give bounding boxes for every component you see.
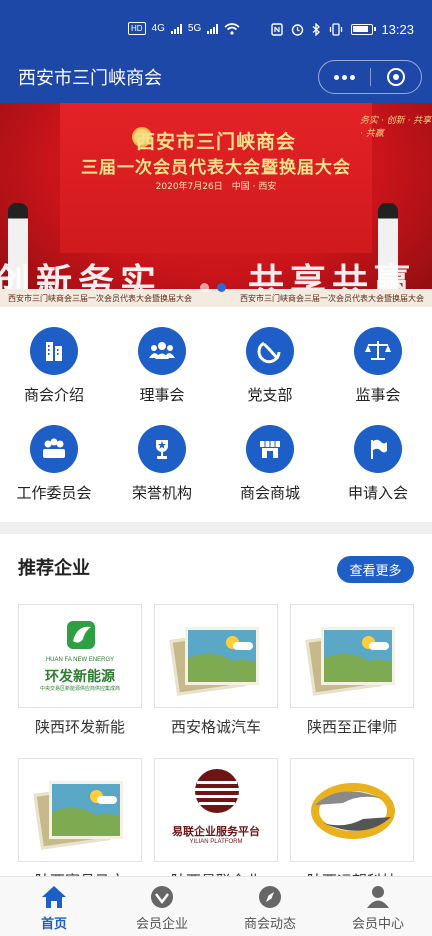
net-label-2: 5G (187, 23, 202, 34)
company-name: 西安格诚汽车 (170, 718, 261, 736)
company-name: 陕西至正律师 (306, 718, 397, 736)
banner-backdrop (60, 103, 372, 253)
close-program-button[interactable] (371, 61, 422, 93)
menu-item-about[interactable]: 商会介绍 (0, 318, 108, 414)
banner-strip-left: 西安市三门峡商会三届一次会员代表大会暨换届大会 (8, 293, 192, 303)
company-name: 陕西环发新能 (34, 718, 125, 736)
tab-label: 商会动态 (243, 917, 296, 932)
status-left: HD 4G 5G (128, 22, 240, 35)
tab-label: 首页 (40, 917, 67, 932)
banner-carousel[interactable]: 西安市三门峡商会 三届一次会员代表大会暨换届大会 2020年7月26日 中国 ·… (0, 103, 432, 307)
menu-label: 商会介绍 (23, 386, 84, 404)
hd-badge: HD (128, 22, 146, 35)
tab-label: 会员企业 (135, 917, 188, 932)
member-company-icon (151, 886, 173, 908)
status-right: 13:23 (271, 22, 414, 37)
placeholder-image-icon (18, 758, 142, 862)
menu-label: 申请入会 (347, 484, 408, 502)
group-icon (138, 327, 186, 375)
placeholder-image-icon (154, 604, 278, 708)
company-card[interactable]: HUAN FA NEW ENERGY 环发新能源 中央交易区新能源供应商供应集成… (18, 604, 142, 737)
logo-subtitle: HUAN FA NEW ENERGY (45, 657, 115, 663)
company-card[interactable]: 西安格诚汽车 (154, 604, 278, 737)
menu-label: 党支部 (247, 386, 293, 404)
logo-text: 环发新能源 (45, 669, 115, 685)
carousel-dot[interactable] (200, 283, 209, 292)
section-divider (0, 522, 432, 534)
menu-label: 理事会 (139, 386, 185, 404)
signal-icon-2 (207, 23, 219, 34)
building-icon (30, 327, 78, 375)
compass-icon (259, 886, 281, 908)
more-dots-icon (333, 74, 355, 80)
more-menu-button[interactable] (319, 61, 370, 93)
tab-home[interactable]: 首页 (0, 877, 108, 936)
vibrate-icon (330, 23, 343, 36)
menu-grid: 商会介绍 理事会 党支部 监事会 工作委员会 荣誉机构 商会商城 申请入会 (0, 318, 432, 516)
trophy-icon (138, 425, 186, 473)
swirl-logo-icon (311, 783, 395, 839)
status-bar: HD 4G 5G 13:23 (0, 0, 432, 60)
bluetooth-icon (313, 23, 321, 36)
company-card[interactable]: 陕西远望科技 (290, 758, 414, 891)
logo-subtitle: YILIAN PLATFORM (189, 839, 243, 845)
company-card[interactable]: 陕西至正律师 (290, 604, 414, 737)
wifi-icon (224, 22, 240, 35)
tab-label: 会员中心 (351, 917, 404, 932)
placeholder-image-icon (290, 604, 414, 708)
signal-icon (170, 23, 182, 34)
company-card[interactable]: 易联企业服务平台 YILIAN PLATFORM 陕西易联企业 (154, 758, 278, 891)
menu-item-committee[interactable]: 工作委员会 (0, 416, 108, 512)
page-title: 西安市三门峡商会 (18, 68, 162, 89)
banner-slogan: 务实 · 创新 · 共享 · 共赢 (360, 116, 432, 139)
menu-item-party[interactable]: 党支部 (216, 318, 324, 414)
menu-item-apply[interactable]: 申请入会 (324, 416, 432, 512)
banner-title-line2: 三届一次会员代表大会暨换届大会 (81, 158, 351, 178)
logo-text: 易联企业服务平台 (172, 825, 260, 838)
flag-icon (354, 425, 402, 473)
section-title: 推荐企业 (18, 558, 90, 579)
battery-icon (351, 24, 377, 35)
logo-tagline: 中央交易区新能源供应商供应集成商 (39, 686, 120, 692)
mini-program-capsule (318, 60, 422, 94)
bottom-tab-bar: 首页 会员企业 商会动态 会员中心 (0, 876, 432, 936)
net-label-1: 4G (151, 23, 165, 34)
company-logo: 易联企业服务平台 YILIAN PLATFORM (154, 758, 278, 862)
menu-item-council[interactable]: 理事会 (108, 318, 216, 414)
banner-date-place: 2020年7月26日 中国 · 西安 (155, 182, 277, 192)
menu-label: 监事会 (355, 386, 401, 404)
menu-item-mall[interactable]: 商会商城 (216, 416, 324, 512)
menu-item-supervisory[interactable]: 监事会 (324, 318, 432, 414)
tab-member-companies[interactable]: 会员企业 (108, 877, 216, 936)
top-header: HD 4G 5G 13:23 西安市三门峡商会 (0, 0, 432, 103)
hammer-sickle-icon (246, 327, 294, 375)
banner-strip-right: 西安市三门峡商会三届一次会员代表大会暨换届大会 (240, 293, 424, 303)
yilian-logo-icon (195, 769, 239, 813)
company-logo: HUAN FA NEW ENERGY 环发新能源 中央交易区新能源供应商供应集成… (18, 604, 142, 708)
carousel-dot-active[interactable] (217, 283, 226, 292)
menu-item-honor[interactable]: 荣誉机构 (108, 416, 216, 512)
menu-label: 商会商城 (239, 484, 300, 502)
committee-icon (30, 425, 78, 473)
alarm-icon (292, 24, 304, 36)
menu-label: 荣誉机构 (131, 484, 192, 502)
company-card[interactable]: 陕西富县马文 (18, 758, 142, 891)
clock-time: 13:23 (381, 22, 414, 37)
scales-icon (354, 327, 402, 375)
view-more-button[interactable]: 查看更多 (337, 556, 414, 583)
tab-news[interactable]: 商会动态 (216, 877, 324, 936)
target-close-icon (386, 68, 405, 86)
carousel-indicator (200, 283, 226, 292)
tab-member-center[interactable]: 会员中心 (324, 877, 432, 936)
menu-label: 工作委员会 (16, 484, 92, 502)
home-icon (42, 886, 66, 908)
company-logo (290, 758, 414, 862)
user-icon (367, 886, 389, 908)
shop-icon (246, 425, 294, 473)
nfc-icon (271, 23, 284, 36)
